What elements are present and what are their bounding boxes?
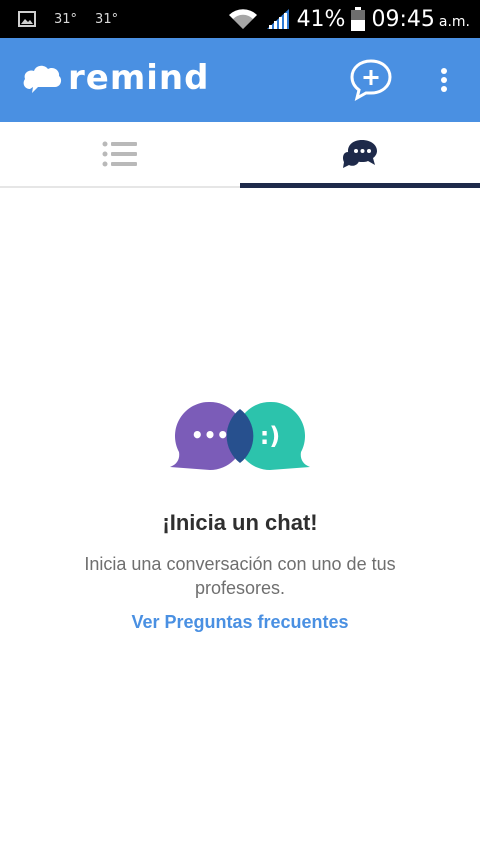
empty-state-title: ¡Inicia un chat! [162,510,318,535]
tab-chats[interactable] [240,122,480,188]
cloud-logo-icon [23,65,62,93]
battery-percent: 41% [296,6,346,32]
app-bar: remind [0,38,480,122]
overflow-dot [441,86,447,92]
tab-bar [0,122,480,188]
wifi-icon [228,9,257,29]
chat-bubbles-illustration: ••• :) [170,401,310,470]
overflow-menu-icon [441,68,447,74]
battery-icon [351,7,366,31]
overflow-dot [441,77,447,83]
smiley-text: :) [260,422,281,450]
empty-state-description: Inicia una conversación con uno de tus p… [84,554,396,598]
new-chat-icon [350,59,392,101]
list-icon [102,141,137,167]
remind-logo: remind [22,58,209,98]
signal-icon [266,9,289,29]
temperature-2: 31° [95,11,119,27]
overflow-menu-button[interactable] [430,62,458,98]
selected-tab-indicator [240,183,480,188]
image-notification-icon [18,11,36,27]
dots-text: ••• [191,423,229,447]
chat-bubbles-icon [343,140,377,168]
temperature-1: 31° [54,11,78,27]
clock-time: 09:45 [371,6,435,32]
faq-link[interactable]: Ver Preguntas frecuentes [0,612,480,633]
status-right: 41% 09:45 a.m. [227,0,470,38]
status-left: 31° 31° [0,11,136,27]
logo-text: remind [68,58,210,98]
clock-ampm: a.m. [438,13,470,30]
tab-list[interactable] [0,122,240,186]
new-chat-button[interactable] [348,58,394,102]
status-bar: 31° 31° 41% 09:45 a.m. [0,0,480,38]
